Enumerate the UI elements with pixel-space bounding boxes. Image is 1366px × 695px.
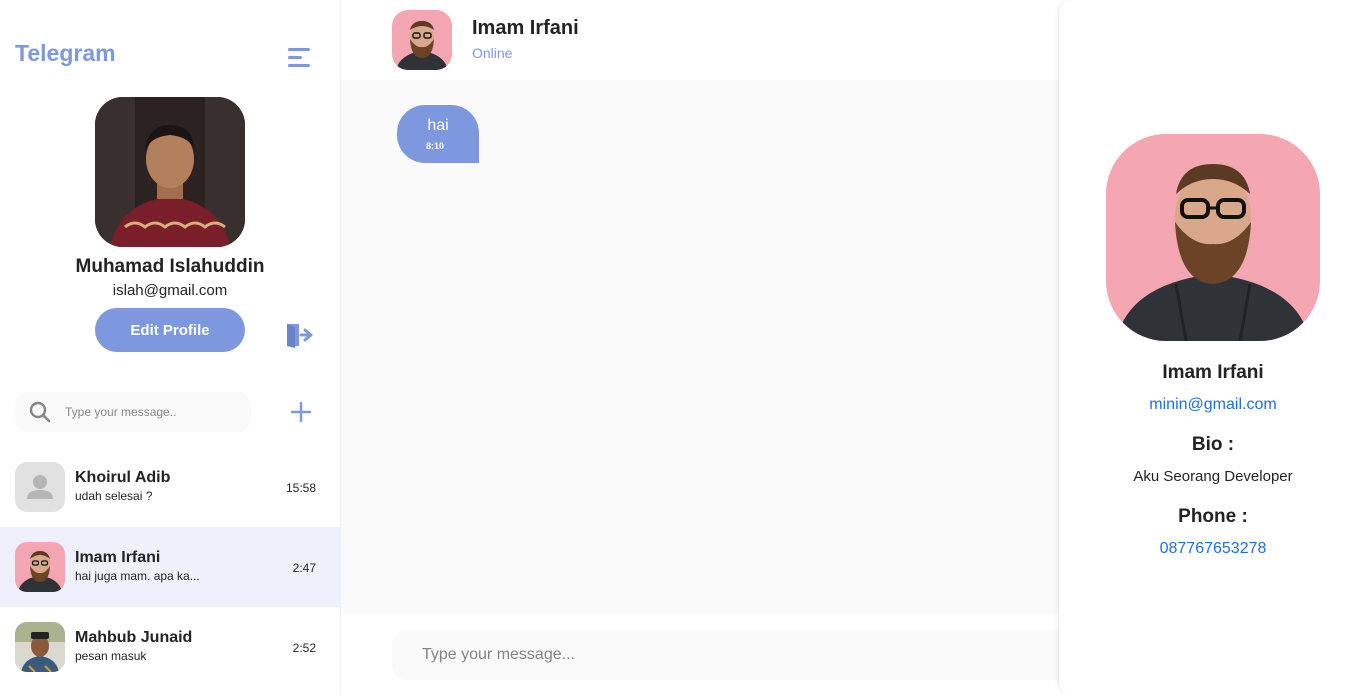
chat-header: Imam Irfani Online xyxy=(341,0,1058,80)
add-chat-icon[interactable] xyxy=(290,401,312,423)
contact-avatar xyxy=(15,622,65,672)
chat-item-preview: udah selesai ? xyxy=(75,489,153,503)
chat-item-preview: hai juga mam. apa ka... xyxy=(75,569,200,583)
chat-header-status: Online xyxy=(472,45,513,61)
contact-profile-email[interactable]: minin@gmail.com xyxy=(1059,396,1366,414)
edit-profile-button[interactable]: Edit Profile xyxy=(95,308,245,352)
chat-item-name: Mahbub Junaid xyxy=(75,629,193,646)
chat-item-khoirul-adib[interactable]: Khoirul Adib udah selesai ? 15:58 xyxy=(0,447,341,527)
chat-list: Khoirul Adib udah selesai ? 15:58 Imam I… xyxy=(0,447,341,687)
brand-title: Telegram xyxy=(15,40,116,66)
chat-item-name: Khoirul Adib xyxy=(75,469,171,486)
contact-profile-avatar xyxy=(1106,134,1320,341)
search-bar xyxy=(15,392,251,432)
message-bubble[interactable]: hai 8:10 xyxy=(397,105,479,163)
chat-item-imam-irfani[interactable]: Imam Irfani hai juga mam. apa ka... 2:47 xyxy=(0,527,341,607)
search-icon xyxy=(29,401,51,423)
chat-item-mahbub-junaid[interactable]: Mahbub Junaid pesan masuk 2:52 xyxy=(0,607,341,687)
contact-profile-panel: Imam Irfani minin@gmail.com Bio : Aku Se… xyxy=(1058,0,1366,695)
chat-footer xyxy=(341,614,1072,695)
chat-item-time: 2:52 xyxy=(292,641,316,655)
message-time: 8:10 xyxy=(426,141,445,151)
chat-panel: Imam Irfani Online hai 8:10 xyxy=(341,0,1072,695)
my-name: Muhamad Islahuddin xyxy=(75,256,265,277)
chat-item-name: Imam Irfani xyxy=(75,549,161,566)
bio-heading: Bio : xyxy=(1191,434,1235,455)
contact-avatar xyxy=(15,542,65,592)
phone-number[interactable]: 087767653278 xyxy=(1059,540,1366,558)
logout-icon[interactable] xyxy=(285,322,313,348)
chat-item-preview: pesan masuk xyxy=(75,649,147,663)
bio-text: Aku Seorang Developer xyxy=(1133,468,1293,485)
chat-item-time: 15:58 xyxy=(285,481,316,495)
phone-heading: Phone : xyxy=(1178,506,1248,527)
my-email: islah@gmail.com xyxy=(112,282,228,299)
chat-header-avatar[interactable] xyxy=(392,10,452,70)
placeholder-user-icon xyxy=(15,462,65,512)
menu-icon[interactable] xyxy=(288,48,312,68)
message-input[interactable] xyxy=(392,630,1072,680)
chat-header-name: Imam Irfani xyxy=(472,17,579,39)
sidebar: Telegram Muhamad Islahuddin islah@gmail.… xyxy=(0,0,341,695)
my-avatar-image xyxy=(95,97,245,247)
contact-profile-name: Imam Irfani xyxy=(1162,362,1264,383)
telegram-app: Telegram Muhamad Islahuddin islah@gmail.… xyxy=(0,0,1366,695)
search-input[interactable] xyxy=(65,405,235,419)
my-avatar[interactable] xyxy=(95,97,245,247)
chat-item-time: 2:47 xyxy=(292,561,316,575)
message-text: hai xyxy=(427,117,449,134)
